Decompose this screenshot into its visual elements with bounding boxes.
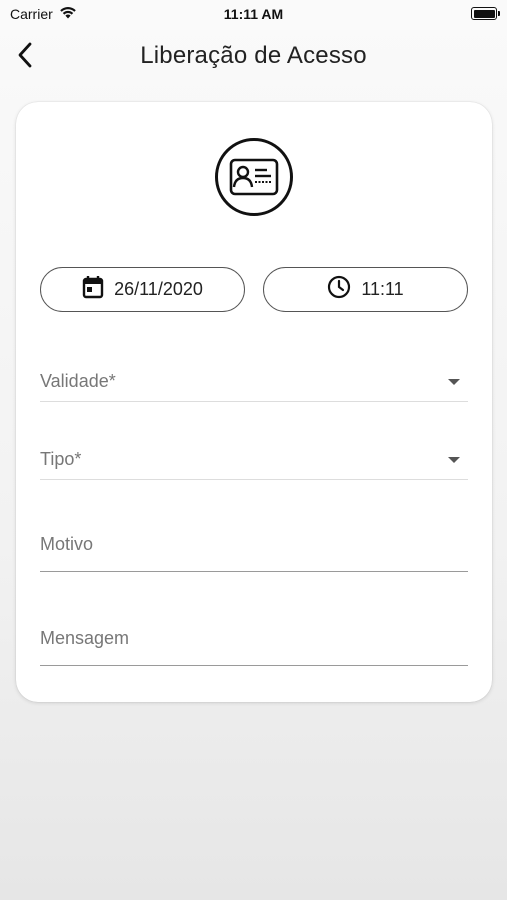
- tipo-placeholder: Tipo*: [40, 449, 82, 469]
- mensagem-placeholder: Mensagem: [40, 628, 130, 648]
- field-underline: [40, 571, 468, 572]
- dropdown-arrow-icon: [448, 379, 460, 385]
- mensagem-input[interactable]: Mensagem: [40, 620, 468, 666]
- date-label: 26/11/2020: [114, 279, 203, 299]
- tipo-dropdown[interactable]: Tipo*: [40, 444, 468, 480]
- status-bar: Carrier 11:11 AM: [0, 0, 507, 28]
- status-time: 11:11 AM: [223, 6, 284, 22]
- dropdown-arrow-icon: [448, 457, 460, 463]
- field-underline: [40, 401, 468, 402]
- clock-icon: [327, 275, 351, 304]
- battery-icon: [471, 7, 500, 20]
- time-picker-button[interactable]: 11:11: [263, 267, 468, 312]
- page-title: Liberação de Acesso: [140, 42, 367, 69]
- validade-dropdown[interactable]: Validade*: [40, 366, 468, 402]
- id-card-icon: [215, 138, 293, 216]
- access-form-card: 26/11/2020 11:11 Validade* Tipo* Motivo …: [16, 102, 492, 702]
- navigation-bar: Liberação de Acesso: [0, 32, 507, 80]
- field-underline: [40, 665, 468, 666]
- field-underline: [40, 479, 468, 480]
- motivo-placeholder: Motivo: [40, 534, 94, 554]
- time-label: 11:11: [361, 279, 404, 299]
- date-picker-button[interactable]: 26/11/2020: [40, 267, 245, 312]
- validade-placeholder: Validade*: [40, 371, 116, 391]
- battery-level: [473, 9, 495, 18]
- calendar-icon: [82, 275, 104, 304]
- motivo-input[interactable]: Motivo: [40, 526, 468, 572]
